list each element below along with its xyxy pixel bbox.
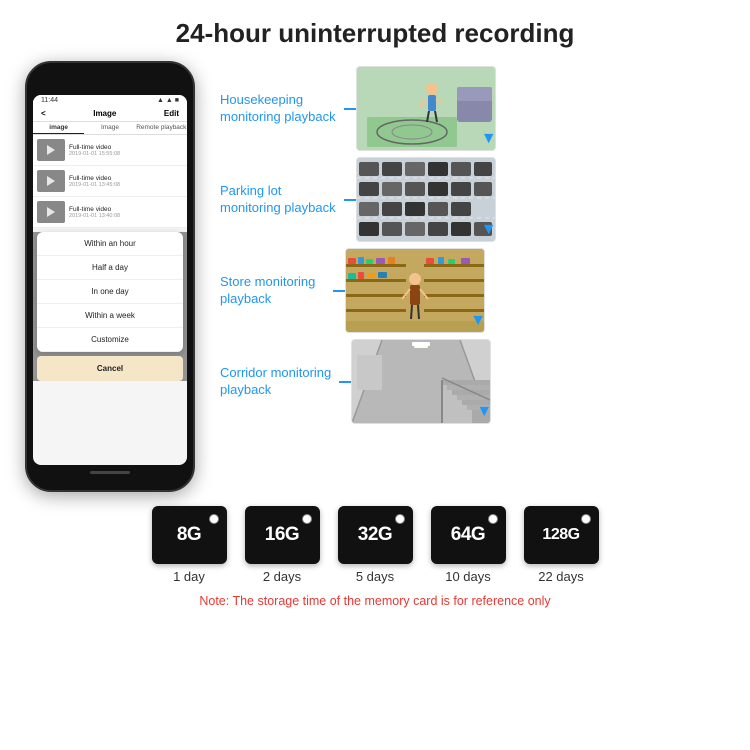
dropdown-item-2[interactable]: Half a day — [37, 256, 183, 280]
play-icon-1 — [47, 145, 55, 155]
video-title-2: Full-time video — [69, 175, 120, 182]
video-thumb-3 — [37, 201, 65, 223]
phone-tab-image2[interactable]: Image — [84, 122, 135, 134]
phone-header-title: Image — [93, 109, 116, 118]
phone-icons: ▲ ▲ ■ — [157, 97, 179, 104]
monitor-item-3: Store monitoringplayback — [220, 248, 740, 333]
memory-cards-row: 8G 1 day 16G 2 days 32G 5 days 64G 10 da… — [152, 506, 599, 584]
phone-video-item-3[interactable]: Full-time video 2019-01-01 13:40:08 — [33, 197, 187, 228]
memory-card-item-4: 64G 10 days — [431, 506, 506, 584]
video-thumb-2 — [37, 170, 65, 192]
phone-time: 11:44 — [41, 97, 58, 104]
monitoring-section: Housekeepingmonitoring playback — [210, 61, 740, 424]
monitor-arrow-2: ▼ — [481, 221, 496, 239]
dropdown-item-5[interactable]: Customize — [37, 328, 183, 352]
memory-card-item-1: 8G 1 day — [152, 506, 227, 584]
phone-header: < Image Edit — [33, 106, 187, 122]
sd-card-days-5: 22 days — [538, 569, 584, 584]
phone-dropdown: Within an hour Half a day In one day Wit… — [33, 232, 187, 381]
sd-card-days-1: 1 day — [173, 569, 205, 584]
sd-card-3: 32G — [338, 506, 413, 564]
monitor-label-4: Corridor monitoringplayback — [220, 365, 331, 399]
play-icon-2 — [47, 176, 55, 186]
monitor-img-1: ▼ — [356, 66, 496, 151]
monitor-item-1: Housekeepingmonitoring playback — [220, 66, 740, 151]
sd-card-label-1: 8G — [177, 524, 201, 546]
sd-card-label-4: 64G — [451, 524, 485, 546]
monitor-img-3: ▼ — [345, 248, 485, 333]
dropdown-item-1[interactable]: Within an hour — [37, 232, 183, 256]
video-time-1: 2019-01-01 15:55:08 — [69, 151, 120, 157]
sd-card-label-3: 32G — [358, 524, 392, 546]
sd-card-label-5: 128G — [542, 526, 579, 544]
sd-card-1: 8G — [152, 506, 227, 564]
monitor-label-2: Parking lotmonitoring playback — [220, 183, 336, 217]
dropdown-item-3[interactable]: In one day — [37, 280, 183, 304]
page-title: 24-hour uninterrupted recording — [0, 0, 750, 61]
sd-card-2: 16G — [245, 506, 320, 564]
phone-video-item-2[interactable]: Full-time video 2019-01-01 13:45:08 — [33, 166, 187, 197]
sd-card-5: 128G — [524, 506, 599, 564]
dropdown-item-4[interactable]: Within a week — [37, 304, 183, 328]
phone-screen: 11:44 ▲ ▲ ■ < Image Edit image Image Rem… — [33, 95, 187, 465]
sd-card-label-2: 16G — [265, 524, 299, 546]
phone-notch — [80, 77, 140, 89]
phone-dropdown-menu: Within an hour Half a day In one day Wit… — [37, 232, 183, 352]
monitor-item-4: Corridor monitoringplayback — [220, 339, 740, 424]
sd-card-days-2: 2 days — [263, 569, 301, 584]
phone-status-bar: 11:44 ▲ ▲ ■ — [33, 95, 187, 106]
monitor-arrow-4: ▼ — [476, 403, 491, 421]
sd-card-4: 64G — [431, 506, 506, 564]
phone-tab-image1[interactable]: image — [33, 122, 84, 134]
monitor-img-2: ▼ — [356, 157, 496, 242]
monitor-label-1: Housekeepingmonitoring playback — [220, 92, 336, 126]
memory-card-item-3: 32G 5 days — [338, 506, 413, 584]
video-time-3: 2019-01-01 13:40:08 — [69, 213, 120, 219]
video-title-3: Full-time video — [69, 206, 120, 213]
video-thumb-1 — [37, 139, 65, 161]
monitor-arrow-3: ▼ — [470, 312, 485, 330]
sd-card-days-4: 10 days — [445, 569, 491, 584]
monitor-label-3: Store monitoringplayback — [220, 274, 325, 308]
monitor-img-4: ▼ — [351, 339, 491, 424]
video-time-2: 2019-01-01 13:45:08 — [69, 182, 120, 188]
phone-video-list: Full-time video 2019-01-01 15:55:08 Full… — [33, 135, 187, 228]
memory-card-item-5: 128G 22 days — [524, 506, 599, 584]
video-title-1: Full-time video — [69, 144, 120, 151]
phone-home-indicator — [90, 471, 130, 474]
memory-card-item-2: 16G 2 days — [245, 506, 320, 584]
play-icon-3 — [47, 207, 55, 217]
phone-tabs: image Image Remote playback — [33, 122, 187, 135]
phone-mockup: 11:44 ▲ ▲ ■ < Image Edit image Image Rem… — [10, 61, 210, 492]
phone-tab-remote[interactable]: Remote playback — [136, 122, 187, 134]
phone-video-item-1[interactable]: Full-time video 2019-01-01 15:55:08 — [33, 135, 187, 166]
monitor-item-2: Parking lotmonitoring playback — [220, 157, 740, 242]
monitor-arrow-1: ▼ — [481, 130, 496, 148]
memory-section: 8G 1 day 16G 2 days 32G 5 days 64G 10 da… — [0, 506, 750, 608]
phone-edit: Edit — [164, 109, 179, 118]
phone-back: < — [41, 109, 46, 118]
memory-note: Note: The storage time of the memory car… — [199, 594, 550, 608]
dropdown-cancel-button[interactable]: Cancel — [37, 356, 183, 381]
sd-card-days-3: 5 days — [356, 569, 394, 584]
